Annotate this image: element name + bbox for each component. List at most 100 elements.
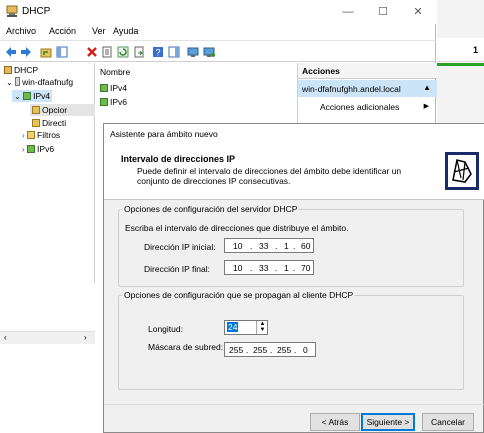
more-actions-item[interactable]: Acciones adicionales ▶ (298, 98, 437, 115)
menu-ver[interactable]: Ver (92, 26, 106, 36)
chevron-right-icon[interactable]: › (22, 131, 25, 140)
spinner-arrows-icon[interactable]: ▲ ▼ (256, 321, 268, 334)
tree-horizontal-scrollbar[interactable]: ‹ › (0, 331, 95, 344)
server-monitor-icon[interactable] (187, 46, 199, 58)
end-ip-octet-4[interactable]: 70 (301, 263, 310, 273)
options-icon (32, 106, 40, 114)
ip-dot: . (293, 263, 296, 273)
help-icon[interactable]: ? (152, 46, 164, 58)
end-ip-field[interactable]: 10 . 33 . 1 . 70 (224, 260, 314, 275)
ipv6-icon (100, 98, 108, 106)
tree-label-server: win-dfaafnufg (22, 77, 74, 87)
ip-dot: . (250, 263, 253, 273)
tree-label-policies: Directi (42, 118, 67, 128)
tree-item-server[interactable]: ⌄ win-dfaafnufg (6, 77, 73, 87)
server-icon (15, 77, 21, 86)
menu-bar: Archivo Acción Ver Ayuda (0, 24, 436, 40)
tree-item-ipv4[interactable]: ⌄ IPv4 (12, 90, 53, 102)
ipv6-icon (27, 145, 36, 153)
list-item[interactable]: IPv4 (100, 83, 127, 93)
wizard-heading: Intervalo de direcciones IP (121, 154, 236, 164)
end-ip-octet-2[interactable]: 33 (259, 263, 268, 273)
client-config-legend: Opciones de configuración que se propaga… (124, 290, 354, 300)
collapse-up-icon[interactable]: ▲ (423, 83, 431, 92)
ip-dot: . (293, 241, 296, 251)
mask-octet-2[interactable]: 255 (253, 345, 267, 355)
cancel-button[interactable]: Cancelar (422, 413, 474, 431)
ip-dot: . (275, 241, 278, 251)
mask-octet-3[interactable]: 255 (277, 345, 291, 355)
end-ip-label: Dirección IP final: (144, 264, 210, 274)
show-hide-tree-icon[interactable] (56, 46, 68, 58)
start-ip-octet-1[interactable]: 10 (233, 241, 242, 251)
end-ip-octet-3[interactable]: 1 (284, 263, 289, 273)
start-ip-label: Dirección IP inicial: (144, 242, 216, 252)
desktop: DHCP — ☐ ✕ Archivo Acción Ver Ayuda ? DH… (0, 0, 484, 433)
close-button[interactable]: ✕ (401, 0, 435, 24)
tree-item-policies[interactable]: Directi (30, 117, 68, 129)
end-ip-octet-1[interactable]: 10 (233, 263, 242, 273)
tree-label-ipv4: IPv4 (33, 91, 51, 101)
scroll-left-arrow-icon[interactable]: ‹ (4, 333, 7, 342)
tree-item-filters[interactable]: › Filtros (22, 130, 60, 140)
start-ip-field[interactable]: 10 . 33 . 1 . 60 (224, 238, 314, 253)
forward-arrow-icon[interactable] (20, 46, 32, 58)
length-value[interactable]: 24 (227, 322, 239, 332)
up-folder-icon[interactable] (40, 46, 52, 58)
results-pane: Nombre IPv4 IPv6 (96, 63, 296, 123)
properties-icon[interactable] (101, 46, 113, 58)
back-button[interactable]: < Atrás (310, 413, 360, 431)
minimize-button[interactable]: — (331, 0, 365, 24)
ipv4-icon (100, 84, 108, 92)
tree-item-ipv6[interactable]: › IPv6 (22, 144, 54, 154)
tree-item-dhcp[interactable]: DHCP (4, 65, 38, 75)
tree-label-dhcp: DHCP (14, 65, 39, 75)
actions-selected-item[interactable]: win-dfafnufghh.andel.local ▲ (298, 80, 437, 97)
ipv4-icon (23, 92, 32, 100)
tree-label-ipv6: IPv6 (37, 144, 55, 154)
scroll-right-arrow-icon[interactable]: › (84, 333, 87, 342)
delete-icon[interactable] (86, 46, 98, 58)
ip-dot: . (270, 345, 273, 355)
chevron-down-icon[interactable]: ⌄ (6, 78, 13, 87)
menu-archivo[interactable]: Archivo (6, 26, 36, 36)
chevron-right-icon[interactable]: › (22, 145, 25, 154)
ip-dot: . (246, 345, 249, 355)
maximize-button[interactable]: ☐ (366, 0, 400, 24)
svg-text:?: ? (155, 48, 160, 58)
length-spinner[interactable]: 24 ▲ ▼ (224, 320, 268, 335)
next-button[interactable]: Siguiente > (361, 413, 415, 431)
new-scope-wizard-dialog: Asistente para ámbito nuevo Intervalo de… (103, 123, 484, 433)
dhcp-icon (4, 66, 12, 74)
background-window-text: 1 (473, 45, 479, 55)
export-list-icon[interactable] (133, 46, 145, 58)
tree-item-options[interactable]: Opcior (30, 104, 95, 116)
refresh-icon[interactable] (117, 46, 129, 58)
menu-ayuda[interactable]: Ayuda (113, 26, 138, 36)
tree-label-filters: Filtros (37, 130, 61, 140)
actions-header: Acciones (298, 63, 437, 79)
tree-label-options: Opcior (42, 105, 68, 115)
start-ip-octet-2[interactable]: 33 (259, 241, 268, 251)
show-action-pane-icon[interactable] (168, 46, 180, 58)
list-item[interactable]: IPv6 (100, 97, 127, 107)
dhcp-app-icon (6, 5, 18, 17)
progress-strip (437, 63, 484, 66)
menu-accion[interactable]: Acción (49, 26, 76, 36)
start-ip-octet-3[interactable]: 1 (284, 241, 289, 251)
server-add-icon[interactable] (203, 46, 215, 58)
toolbar: ? (0, 40, 436, 62)
actions-selected-label: win-dfafnufghh.andel.local (302, 84, 401, 94)
subnet-mask-field[interactable]: 255 . 255 . 255 . 0 (224, 342, 316, 357)
window-title: DHCP (22, 6, 51, 17)
start-ip-octet-4[interactable]: 60 (301, 241, 310, 251)
mask-octet-4[interactable]: 0 (303, 345, 308, 355)
mask-octet-1[interactable]: 255 (229, 345, 243, 355)
column-header-name[interactable]: Nombre (100, 67, 130, 77)
subnet-mask-label: Máscara de subred: (148, 342, 224, 352)
background-window-header: 1 (437, 38, 484, 62)
chevron-down-icon[interactable]: ⌄ (14, 92, 21, 101)
back-arrow-icon[interactable] (5, 46, 17, 58)
wizard-title: Asistente para ámbito nuevo (104, 124, 484, 144)
server-config-legend: Opciones de configuración del servidor D… (124, 204, 298, 214)
